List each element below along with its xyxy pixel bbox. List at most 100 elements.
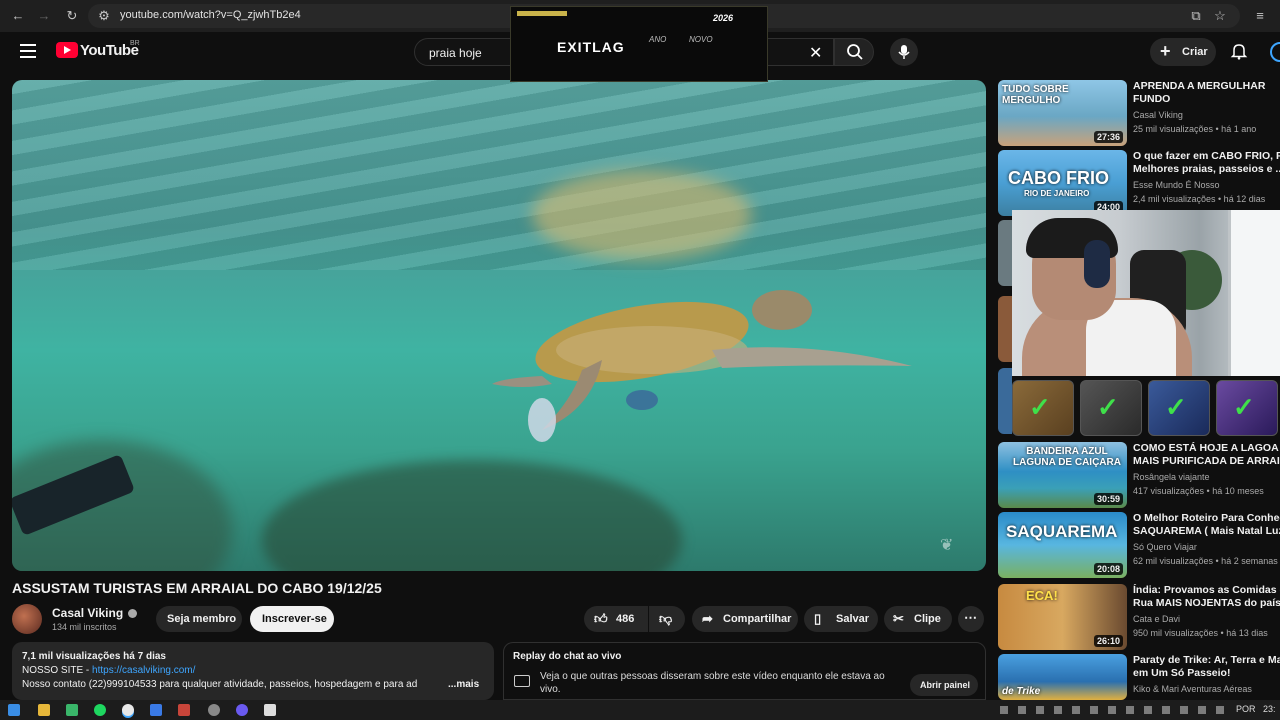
chat-replay-title: Replay do chat ao vivo [513, 651, 622, 662]
duration-badge: 20:08 [1093, 563, 1123, 575]
recommendation-meta: 417 visualizações • há 10 meses [1133, 486, 1264, 496]
description-box[interactable]: 7,1 mil visualizações há 7 dias NOSSO SI… [12, 642, 494, 700]
taskbar-app-icon[interactable] [178, 704, 190, 716]
account-avatar[interactable] [1270, 42, 1280, 62]
achievement-tile: ✓ [1216, 380, 1278, 436]
video-player[interactable]: ❦ [12, 80, 986, 571]
install-icon[interactable]: ⧉ [1188, 8, 1204, 24]
recommendation-meta: 2,4 mil visualizações • há 12 dias [1133, 194, 1266, 204]
create-button[interactable]: + Criar [1150, 38, 1216, 66]
channel-avatar[interactable] [12, 604, 42, 634]
discord-icon[interactable] [236, 704, 248, 716]
back-icon[interactable]: ← [10, 8, 26, 24]
search-icon [847, 44, 863, 60]
chat-replay-text: Veja o que outras pessoas disseram sobre… [540, 671, 885, 695]
file-explorer-icon[interactable] [38, 704, 50, 716]
system-tray-icons[interactable] [1000, 706, 1228, 714]
start-button-icon[interactable] [8, 704, 20, 716]
duration-badge: 30:59 [1093, 493, 1123, 505]
notifications-bell-icon[interactable] [1230, 42, 1248, 60]
forward-icon[interactable]: → [36, 8, 52, 24]
share-button[interactable]: ➦ Compartilhar [692, 606, 798, 632]
channel-name[interactable]: Casal Viking [52, 606, 123, 620]
seabed-rock [262, 460, 682, 571]
more-actions-button[interactable]: ⋯ [958, 606, 984, 632]
site-prefix: NOSSO SITE - [22, 665, 93, 676]
hidden-thumbnail[interactable] [998, 220, 1012, 286]
video-thumbnail[interactable]: BANDEIRA AZUL LAGUNA DE CAIÇARA 30:59 [998, 442, 1127, 508]
recommendation-item[interactable]: BANDEIRA AZUL LAGUNA DE CAIÇARA 30:59 CO… [998, 442, 1280, 510]
video-thumbnail[interactable]: de Trike [998, 654, 1127, 700]
voice-search-button[interactable] [890, 38, 918, 66]
recommendation-item[interactable]: TUDO SOBRE MERGULHO 27:36 APRENDA A MERG… [998, 80, 1280, 148]
save-button[interactable]: ▯ Salvar [804, 606, 878, 632]
thumbnail-caption: CABO FRIO [1008, 168, 1109, 188]
microphone-icon [898, 45, 910, 59]
thumbs-up-icon: 👍︎ [594, 611, 608, 626]
achievement-tile: ✓ [1080, 380, 1142, 436]
recommendation-item[interactable]: de Trike Paraty de Trike: Ar, Terra e Ma… [998, 654, 1280, 700]
video-thumbnail[interactable]: CABO FRIO RIO DE JANEIRO 24:00 [998, 150, 1127, 216]
clip-button[interactable]: ✂ Clipe [884, 606, 952, 632]
like-button[interactable]: 👍︎ 486 [584, 606, 648, 632]
video-thumbnail[interactable]: TUDO SOBRE MERGULHO 27:36 [998, 80, 1127, 146]
recommendation-channel[interactable]: Esse Mundo É Nosso [1133, 180, 1220, 190]
subscriber-count: 134 mil inscritos [52, 622, 117, 632]
save-label: Salvar [836, 613, 870, 625]
thumbnail-caption: SAQUAREMA [1006, 522, 1118, 541]
duration-badge: 27:36 [1093, 131, 1123, 143]
chrome-icon[interactable] [122, 704, 134, 716]
open-panel-label: Abrir painel [920, 680, 971, 690]
taskbar-app-icon[interactable] [66, 704, 78, 716]
youtube-logo-icon[interactable] [56, 42, 78, 58]
clear-search-icon[interactable]: ✕ [809, 43, 822, 63]
achievement-tile: ✓ [1148, 380, 1210, 436]
channel-watermark-icon[interactable]: ❦ [940, 535, 970, 555]
webcam-window [1228, 210, 1280, 376]
subscribe-button[interactable]: Inscrever-se [250, 606, 334, 632]
search-value: praia hoje [429, 46, 482, 60]
reading-list-icon[interactable]: ≡ [1252, 8, 1268, 24]
recommendation-channel[interactable]: Rosângela viajante [1133, 472, 1210, 482]
recommendation-item[interactable]: ECA! 26:10 Índia: Provamos as Comidas de… [998, 584, 1280, 652]
hidden-thumbnail[interactable] [998, 368, 1012, 434]
search-button[interactable] [834, 38, 874, 66]
windows-taskbar: POR 23: [0, 700, 1280, 720]
recommendation-item[interactable]: SAQUAREMA 20:08 O Melhor Roteiro Para Co… [998, 512, 1280, 580]
recommendation-item[interactable]: CABO FRIO RIO DE JANEIRO 24:00 O que faz… [998, 150, 1280, 218]
subscribe-label: Inscrever-se [262, 613, 327, 625]
recommendation-channel[interactable]: Kiko & Mari Aventuras Aéreas [1133, 684, 1252, 694]
video-thumbnail[interactable]: ECA! 26:10 [998, 584, 1127, 650]
thumbnail-subcaption: RIO DE JANEIRO [1024, 189, 1090, 198]
thumbnail-caption: BANDEIRA AZUL LAGUNA DE CAIÇARA [1013, 446, 1121, 468]
hamburger-menu-icon[interactable] [20, 44, 36, 58]
achievement-tiles: ✓ ✓ ✓ ✓ [1012, 380, 1280, 438]
reload-icon[interactable]: ↻ [64, 8, 80, 24]
headphones-icon [1084, 240, 1110, 288]
achievement-tile: ✓ [1012, 380, 1074, 436]
recommendation-title: O Melhor Roteiro Para Conhecer SAQUAREMA … [1133, 512, 1280, 537]
join-button[interactable]: Seja membro [156, 606, 242, 632]
video-thumbnail[interactable]: SAQUAREMA 20:08 [998, 512, 1127, 578]
taskbar-app-icon[interactable] [150, 704, 162, 716]
clock[interactable]: 23: [1263, 704, 1276, 714]
taskbar-app-icon[interactable] [264, 704, 276, 716]
hidden-thumbnail[interactable] [998, 296, 1012, 362]
exitlag-logo: EXITLAG [557, 39, 625, 55]
show-more-link[interactable]: ...mais [448, 679, 480, 690]
recommendation-channel[interactable]: Só Quero Viajar [1133, 542, 1197, 552]
bookmark-star-icon[interactable]: ☆ [1212, 8, 1228, 24]
recommendation-channel[interactable]: Casal Viking [1133, 110, 1183, 120]
spotify-icon[interactable] [94, 704, 106, 716]
recommendation-channel[interactable]: Cata e Davi [1133, 614, 1180, 624]
keyboard-language[interactable]: POR [1236, 704, 1256, 714]
overlay-ano: ANO [649, 35, 667, 44]
obs-icon[interactable] [208, 704, 220, 716]
duration-badge: 26:10 [1093, 635, 1123, 647]
recommendation-title: Índia: Provamos as Comidas de Rua MAIS NO… [1133, 584, 1280, 609]
exitlag-overlay-banner: 2026 EXITLAG ANO NOVO [510, 6, 768, 82]
open-panel-button[interactable]: Abrir painel [910, 674, 978, 696]
site-settings-icon[interactable]: ⚙ [96, 8, 112, 24]
site-link[interactable]: https://casalviking.com/ [92, 665, 195, 676]
dislike-button[interactable]: 👎︎ [649, 606, 685, 632]
